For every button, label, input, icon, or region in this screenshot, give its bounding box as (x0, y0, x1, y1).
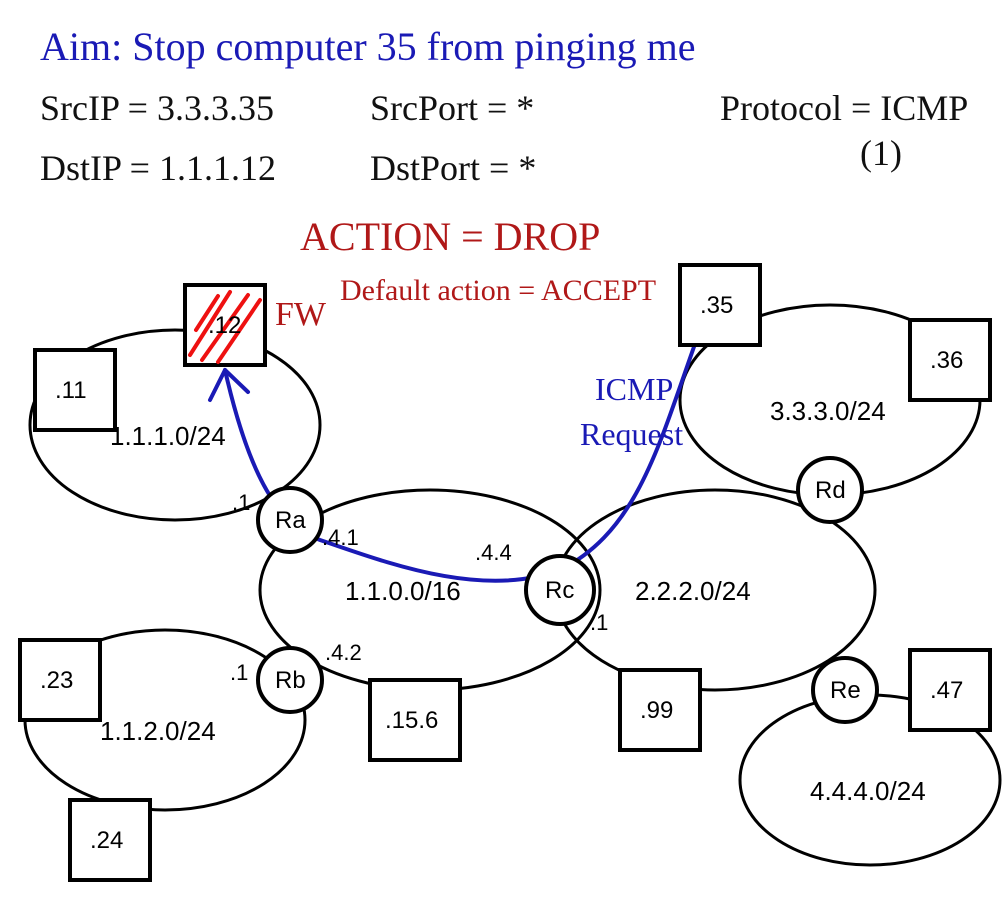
router-re: Re (813, 658, 877, 722)
net-3-3-3-label: 3.3.3.0/24 (770, 396, 886, 426)
router-ra: Ra (258, 488, 322, 552)
router-rc-label: Rc (545, 577, 574, 604)
iface-rc-right: .1 (590, 610, 608, 635)
host-12: .12 (185, 285, 265, 365)
net-1-1-0-16-label: 1.1.0.0/16 (345, 576, 461, 606)
host-99: .99 (620, 670, 700, 750)
router-rb-label: Rb (275, 667, 306, 694)
net-4-4-4-label: 4.4.4.0/24 (810, 776, 926, 806)
protocol-num-text: (1) (860, 133, 902, 173)
host-47-label: .47 (930, 677, 963, 704)
host-11: .11 (35, 350, 115, 430)
iface-rb-right: .4.2 (325, 640, 362, 665)
iface-rb-left: .1 (230, 660, 248, 685)
host-36-label: .36 (930, 347, 963, 374)
host-11-label: .11 (55, 377, 87, 404)
net-1-1-1-label: 1.1.1.0/24 (110, 421, 226, 451)
action-text: ACTION = DROP (300, 214, 600, 259)
network-diagram: Aim: Stop computer 35 from pinging me Sr… (0, 0, 1008, 916)
icmp-label-1: ICMP (595, 371, 673, 407)
host-99-label: .99 (640, 697, 673, 724)
iface-rc-top: .4.4 (475, 540, 512, 565)
router-re-label: Re (830, 677, 861, 704)
router-rb: Rb (258, 648, 322, 712)
router-rd-label: Rd (815, 477, 846, 504)
protocol-text: Protocol = ICMP (720, 88, 968, 128)
fw-label: FW (275, 296, 327, 333)
host-23: .23 (20, 640, 100, 720)
srcip-text: SrcIP = 3.3.3.35 (40, 88, 274, 128)
aim-text: Aim: Stop computer 35 from pinging me (40, 24, 696, 69)
host-23-label: .23 (40, 667, 73, 694)
router-rc: Rc (526, 556, 594, 624)
net-1-1-2-label: 1.1.2.0/24 (100, 716, 216, 746)
host-15-6-label: .15.6 (385, 707, 438, 734)
host-36: .36 (910, 320, 990, 400)
router-rd: Rd (798, 458, 862, 522)
host-15-6: .15.6 (370, 680, 460, 760)
router-ra-label: Ra (275, 507, 306, 534)
host-12-label: .12 (208, 312, 241, 339)
host-35-label: .35 (700, 292, 733, 319)
icmp-label-2: Request (580, 416, 683, 452)
dstport-text: DstPort = * (370, 148, 536, 188)
srcport-text: SrcPort = * (370, 88, 534, 128)
host-35: .35 (680, 265, 760, 345)
host-24: .24 (70, 800, 150, 880)
default-action-text: Default action = ACCEPT (340, 274, 656, 307)
host-47: .47 (910, 650, 990, 730)
iface-ra-right: .4.1 (322, 525, 359, 550)
host-24-label: .24 (90, 827, 123, 854)
dstip-text: DstIP = 1.1.1.12 (40, 148, 276, 188)
iface-ra-left: .1 (232, 490, 250, 515)
net-2-2-2-label: 2.2.2.0/24 (635, 576, 751, 606)
